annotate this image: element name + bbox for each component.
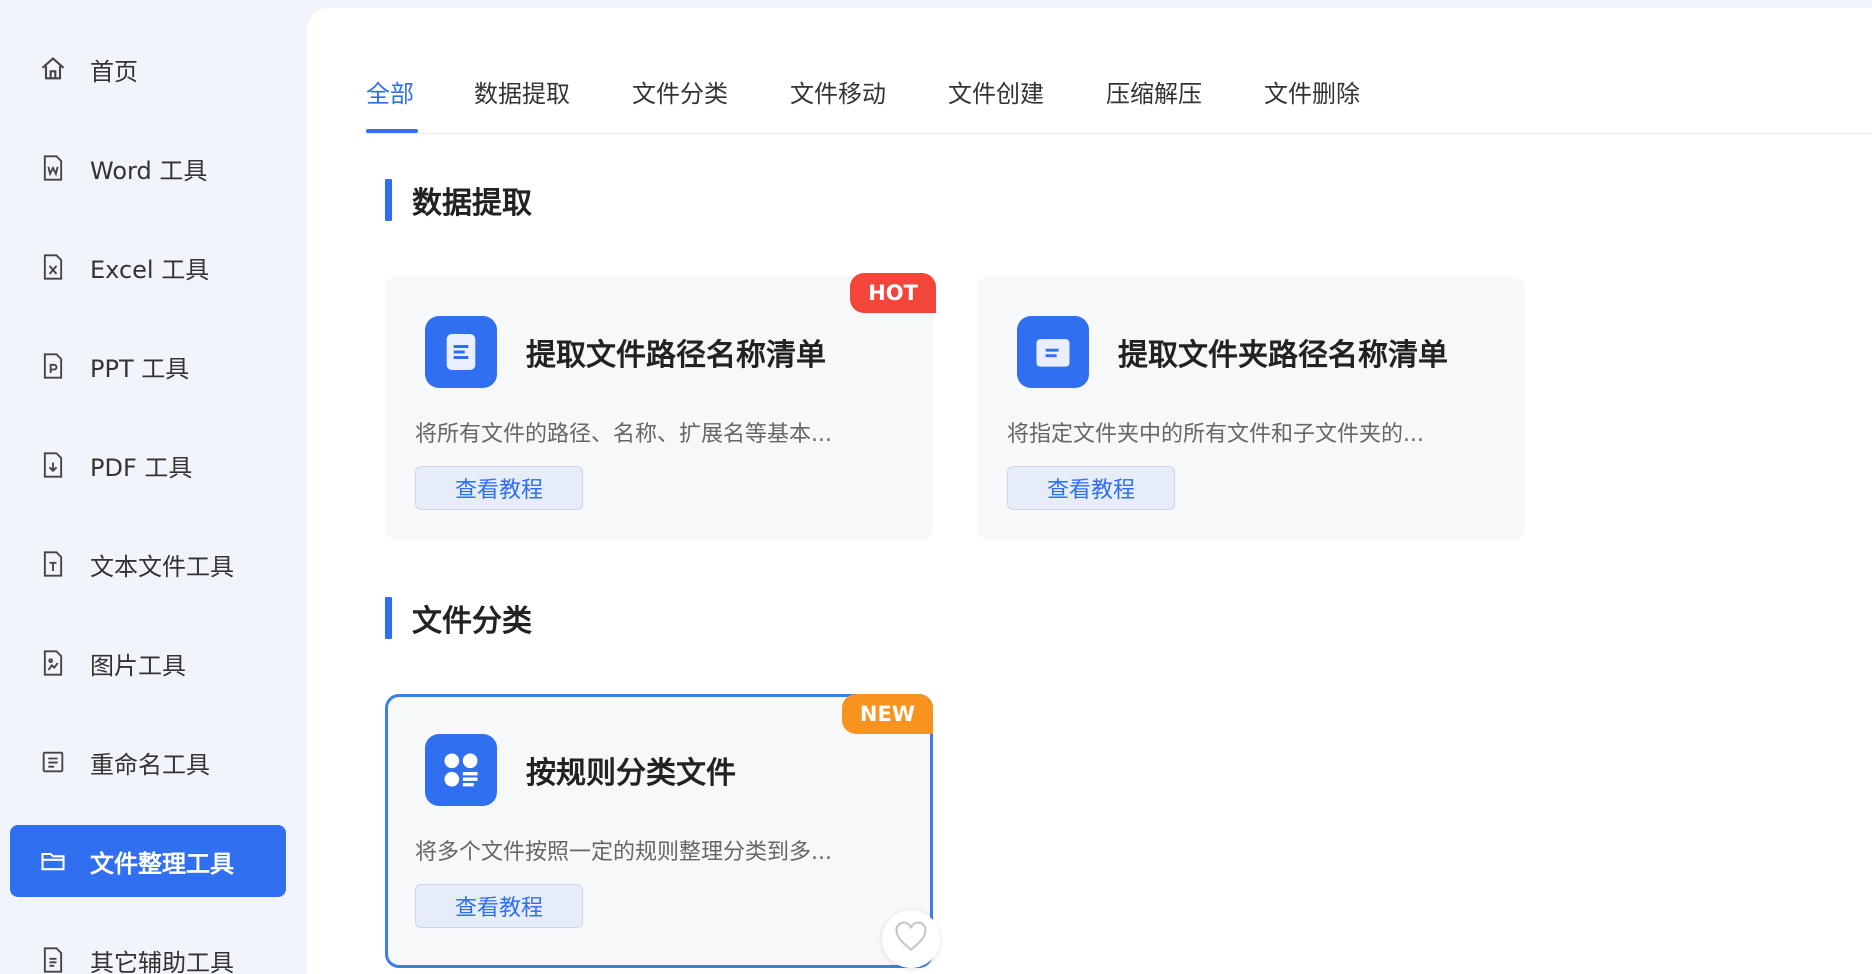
section-title-text: 数据提取 [412, 186, 532, 221]
view-tutorial-button[interactable]: 查看教程 [415, 884, 583, 928]
section-bar [385, 597, 392, 639]
sidebar-item-label: 文件整理工具 [90, 849, 234, 878]
tool-card-extract-file-paths[interactable]: HOT 提取文件路径名称清单 将所有文件的路径、名称、扩展名等基本... 查看教… [385, 273, 936, 541]
sidebar-item-rename[interactable]: 重命名工具 [10, 726, 286, 798]
sidebar-item-label: PDF 工具 [90, 453, 193, 482]
sidebar-item-label: 文本文件工具 [90, 552, 234, 581]
section-title-file-classify: 文件分类 [385, 597, 532, 639]
heart-icon [892, 918, 930, 960]
tool-card-extract-folder-paths[interactable]: 提取文件夹路径名称清单 将指定文件夹中的所有文件和子文件夹的... 查看教程 [977, 276, 1525, 541]
sidebar: 首页 Word 工具 Excel 工具 PPT 工具 PDF 工具 文本文件工具… [0, 0, 298, 974]
image-file-icon [38, 648, 68, 678]
sidebar-item-label: Excel 工具 [90, 255, 210, 284]
tools-icon [38, 945, 68, 974]
sidebar-item-home[interactable]: 首页 [10, 33, 286, 105]
sidebar-item-ppt[interactable]: PPT 工具 [10, 330, 286, 402]
folder-list-icon [1017, 316, 1089, 388]
section-title-data-extract: 数据提取 [385, 179, 532, 221]
card-title: 按规则分类文件 [526, 756, 736, 791]
tool-card-classify-by-rule[interactable]: NEW 按规则分类文件 将多个文件按照一定的规则整理分类到多... 查看教程 [385, 694, 933, 968]
favorite-button[interactable] [882, 910, 940, 968]
sidebar-item-label: PPT 工具 [90, 354, 190, 383]
classify-grid-icon [425, 734, 497, 806]
file-list-icon [425, 316, 497, 388]
section-bar [385, 179, 392, 221]
view-tutorial-button[interactable]: 查看教程 [415, 466, 583, 510]
folder-icon [38, 846, 68, 876]
sidebar-item-label: 重命名工具 [90, 750, 210, 779]
sidebar-item-pdf[interactable]: PDF 工具 [10, 429, 286, 501]
word-file-icon [38, 153, 68, 183]
section-title-text: 文件分类 [412, 604, 532, 639]
home-icon [38, 54, 68, 84]
tab-file-move[interactable]: 文件移动 [790, 74, 886, 109]
tab-file-create[interactable]: 文件创建 [948, 74, 1044, 109]
sidebar-item-excel[interactable]: Excel 工具 [10, 231, 286, 303]
view-tutorial-button[interactable]: 查看教程 [1007, 466, 1175, 510]
card-title: 提取文件夹路径名称清单 [1118, 338, 1448, 373]
sidebar-item-image[interactable]: 图片工具 [10, 627, 286, 699]
main-panel: 全部 数据提取 文件分类 文件移动 文件创建 压缩解压 文件删除 数据提取 HO… [307, 8, 1872, 974]
hot-badge: HOT [850, 273, 936, 313]
tab-file-delete[interactable]: 文件删除 [1264, 74, 1360, 109]
tab-compress[interactable]: 压缩解压 [1106, 74, 1202, 109]
sidebar-item-label: 首页 [90, 57, 138, 86]
rename-icon [38, 747, 68, 777]
excel-file-icon [38, 252, 68, 282]
sidebar-item-label: 图片工具 [90, 651, 186, 680]
sidebar-item-other-tools[interactable]: 其它辅助工具 [10, 924, 286, 974]
app-window: 首页 Word 工具 Excel 工具 PPT 工具 PDF 工具 文本文件工具… [0, 0, 1872, 974]
card-description: 将所有文件的路径、名称、扩展名等基本... [415, 422, 832, 447]
tab-data-extract[interactable]: 数据提取 [474, 74, 570, 109]
tab-file-classify[interactable]: 文件分类 [632, 74, 728, 109]
tab-all[interactable]: 全部 [366, 74, 414, 109]
sidebar-item-label: 其它辅助工具 [90, 948, 234, 974]
active-tab-indicator [366, 129, 418, 133]
new-badge: NEW [841, 694, 933, 734]
card-title: 提取文件路径名称清单 [526, 338, 826, 373]
pdf-file-icon [38, 450, 68, 480]
card-description: 将多个文件按照一定的规则整理分类到多... [415, 840, 832, 865]
sidebar-item-text-file[interactable]: 文本文件工具 [10, 528, 286, 600]
category-tabs: 全部 数据提取 文件分类 文件移动 文件创建 压缩解压 文件删除 [366, 8, 1872, 134]
sidebar-item-file-organize[interactable]: 文件整理工具 [10, 825, 286, 897]
ppt-file-icon [38, 351, 68, 381]
text-file-icon [38, 549, 68, 579]
card-description: 将指定文件夹中的所有文件和子文件夹的... [1007, 422, 1424, 447]
sidebar-item-label: Word 工具 [90, 156, 208, 185]
sidebar-item-word[interactable]: Word 工具 [10, 132, 286, 204]
